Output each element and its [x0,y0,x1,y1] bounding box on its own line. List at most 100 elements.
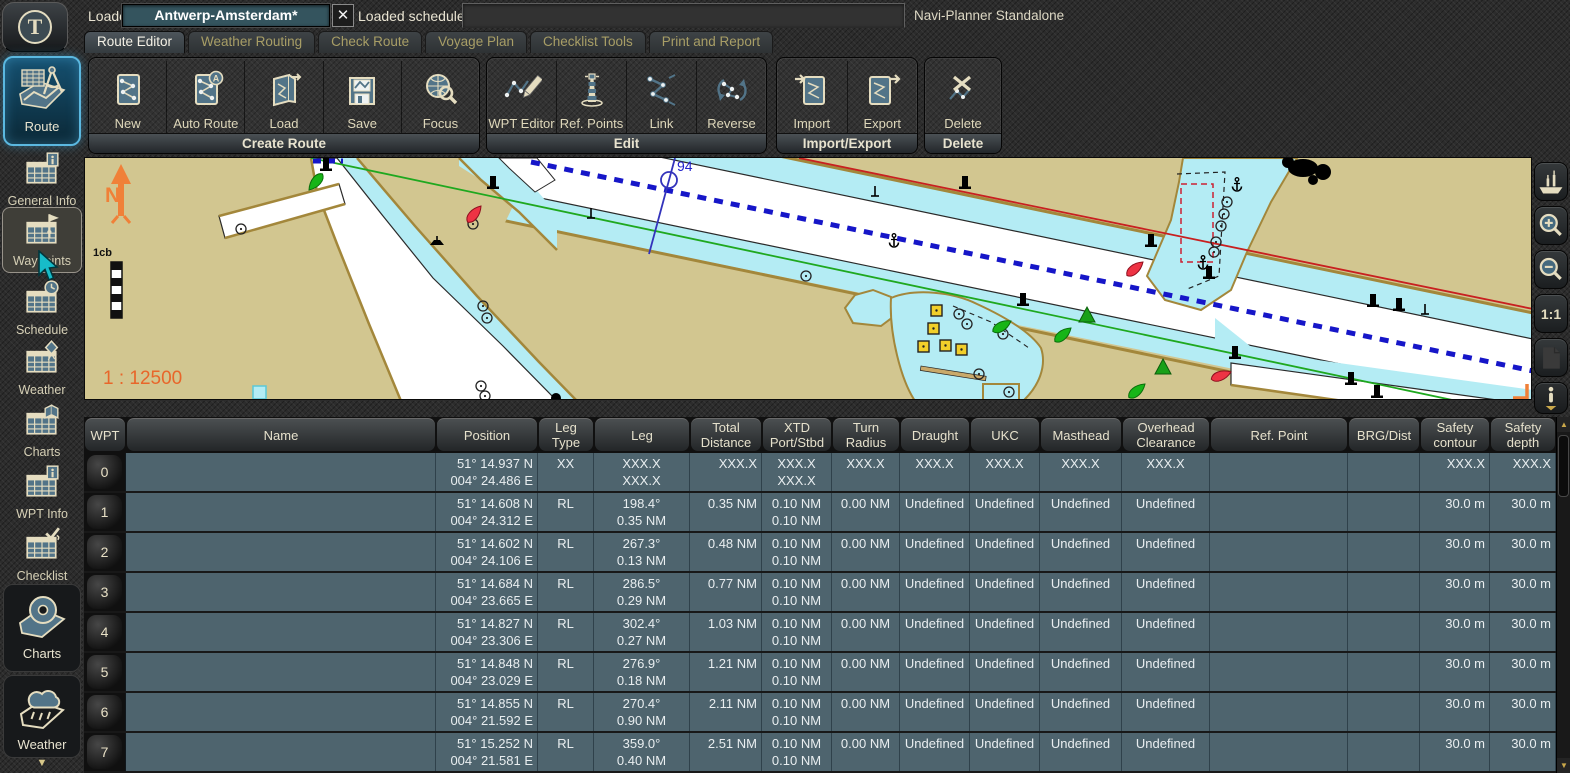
cell-safety-contour[interactable]: 30.0 m [1420,493,1490,531]
tab-check-route[interactable]: Check Route [318,31,422,53]
sidebar-item-charts[interactable]: Charts [2,399,82,455]
cell-masthead[interactable]: Undefined [1040,693,1122,731]
cell-overhead-clearance[interactable]: Undefined [1122,573,1210,611]
loaded-schedules-field[interactable] [462,3,905,28]
cell-overhead-clearance[interactable]: Undefined [1122,653,1210,691]
reverse-button[interactable]: Reverse [697,61,766,133]
zoom-in-button[interactable] [1534,206,1568,245]
cell-name[interactable] [126,493,436,531]
app-logo[interactable]: T [2,2,68,52]
cell-turn-radius[interactable]: 0.00 NM [832,533,900,571]
cell-position[interactable]: 51° 14.684 N004° 23.665 E [436,573,538,611]
cell-wpt[interactable]: 5 [84,653,126,691]
cell-leg[interactable]: 302.4°0.27 NM [594,613,690,651]
cell-draught[interactable]: Undefined [900,613,970,651]
cell-draught[interactable]: Undefined [900,573,970,611]
cell-safety-contour[interactable]: 30.0 m [1420,693,1490,731]
cell-leg[interactable]: XXX.XXXX.X [594,453,690,491]
cell-total-distance[interactable]: 0.77 NM [690,573,762,611]
cell-leg[interactable]: 359.0°0.40 NM [594,733,690,771]
cell-xtd-port-stbd[interactable]: 0.10 NM0.10 NM [762,733,832,771]
own-ship-button[interactable] [1534,162,1568,201]
cell-ref-point[interactable] [1210,693,1348,731]
cell-masthead[interactable]: Undefined [1040,613,1122,651]
cell-total-distance[interactable]: XXX.X [690,453,762,491]
import-button[interactable]: Import [777,61,848,133]
cell-brg-dist[interactable] [1348,653,1420,691]
cell-ref-point[interactable] [1210,653,1348,691]
scrollbar-thumb[interactable] [1558,435,1569,497]
cell-position[interactable]: 51° 14.608 N004° 24.312 E [436,493,538,531]
cell-name[interactable] [126,573,436,611]
cell-turn-radius[interactable]: 0.00 NM [832,733,900,771]
cell-draught[interactable]: Undefined [900,493,970,531]
cell-ref-point[interactable] [1210,493,1348,531]
nautical-chart[interactable]: 94 [84,157,1532,400]
cell-masthead[interactable]: Undefined [1040,653,1122,691]
cell-wpt[interactable]: 4 [84,613,126,651]
sidebar-item-general-info[interactable]: General Info [2,148,82,204]
cell-name[interactable] [126,533,436,571]
cell-overhead-clearance[interactable]: Undefined [1122,733,1210,771]
cell-masthead[interactable]: Undefined [1040,733,1122,771]
cell-leg-type[interactable]: RL [538,653,594,691]
cell-overhead-clearance[interactable]: Undefined [1122,533,1210,571]
cell-safety-depth[interactable]: 30.0 m [1490,653,1556,691]
cell-xtd-port-stbd[interactable]: 0.10 NM0.10 NM [762,653,832,691]
save-button[interactable]: Save [324,61,402,133]
cell-safety-contour[interactable]: 30.0 m [1420,733,1490,771]
scale-1-1-button[interactable]: 1:1 [1534,294,1568,333]
scroll-down-icon[interactable]: ▼ [1557,758,1570,773]
cell-brg-dist[interactable] [1348,493,1420,531]
cell-leg[interactable]: 198.4°0.35 NM [594,493,690,531]
cell-masthead[interactable]: XXX.X [1040,453,1122,491]
ref-points-button[interactable]: Ref. Points [557,61,627,133]
tab-voyage-plan[interactable]: Voyage Plan [425,31,527,53]
tab-weather-routing[interactable]: Weather Routing [188,31,315,53]
cell-overhead-clearance[interactable]: Undefined [1122,493,1210,531]
cell-ukc[interactable]: Undefined [970,693,1040,731]
cell-draught[interactable]: Undefined [900,533,970,571]
cell-leg[interactable]: 286.5°0.29 NM [594,573,690,611]
cell-xtd-port-stbd[interactable]: 0.10 NM0.10 NM [762,533,832,571]
new-button[interactable]: New [89,61,167,133]
link-button[interactable]: Link [627,61,697,133]
tab-route-editor[interactable]: Route Editor [84,31,185,53]
cell-wpt[interactable]: 7 [84,733,126,771]
sidebar-item-route[interactable]: Route [3,56,81,146]
cell-draught[interactable]: Undefined [900,653,970,691]
tab-checklist-tools[interactable]: Checklist Tools [530,31,646,53]
cell-ukc[interactable]: Undefined [970,573,1040,611]
cell-total-distance[interactable]: 0.48 NM [690,533,762,571]
cell-xtd-port-stbd[interactable]: XXX.XXXX.X [762,453,832,491]
cell-masthead[interactable]: Undefined [1040,533,1122,571]
cell-ref-point[interactable] [1210,453,1348,491]
cell-safety-depth[interactable]: 30.0 m [1490,533,1556,571]
cell-safety-depth[interactable]: 30.0 m [1490,733,1556,771]
loaded-route-field[interactable]: Antwerp-Amsterdam* [122,4,330,27]
chart-view-button[interactable] [1534,338,1568,377]
cell-turn-radius[interactable]: 0.00 NM [832,653,900,691]
cell-ukc[interactable]: XXX.X [970,453,1040,491]
cell-masthead[interactable]: Undefined [1040,493,1122,531]
cell-leg-type[interactable]: XX [538,453,594,491]
cell-xtd-port-stbd[interactable]: 0.10 NM0.10 NM [762,693,832,731]
sidebar-item-charts[interactable]: Charts [3,584,81,672]
cell-name[interactable] [126,733,436,771]
cell-draught[interactable]: XXX.X [900,453,970,491]
info-expand-button[interactable] [1534,382,1568,414]
cell-leg-type[interactable]: RL [538,573,594,611]
export-button[interactable]: Export [848,61,918,133]
cell-turn-radius[interactable]: 0.00 NM [832,693,900,731]
wpt-editor-button[interactable]: WPT Editor [487,61,557,133]
cell-leg[interactable]: 276.9°0.18 NM [594,653,690,691]
cell-safety-contour[interactable]: 30.0 m [1420,653,1490,691]
cell-wpt[interactable]: 3 [84,573,126,611]
cell-wpt[interactable]: 0 [84,453,126,491]
cell-ukc[interactable]: Undefined [970,493,1040,531]
cell-safety-depth[interactable]: 30.0 m [1490,613,1556,651]
cell-name[interactable] [126,613,436,651]
cell-position[interactable]: 51° 14.855 N004° 21.592 E [436,693,538,731]
load-button[interactable]: Load [245,61,323,133]
cell-leg[interactable]: 270.4°0.90 NM [594,693,690,731]
